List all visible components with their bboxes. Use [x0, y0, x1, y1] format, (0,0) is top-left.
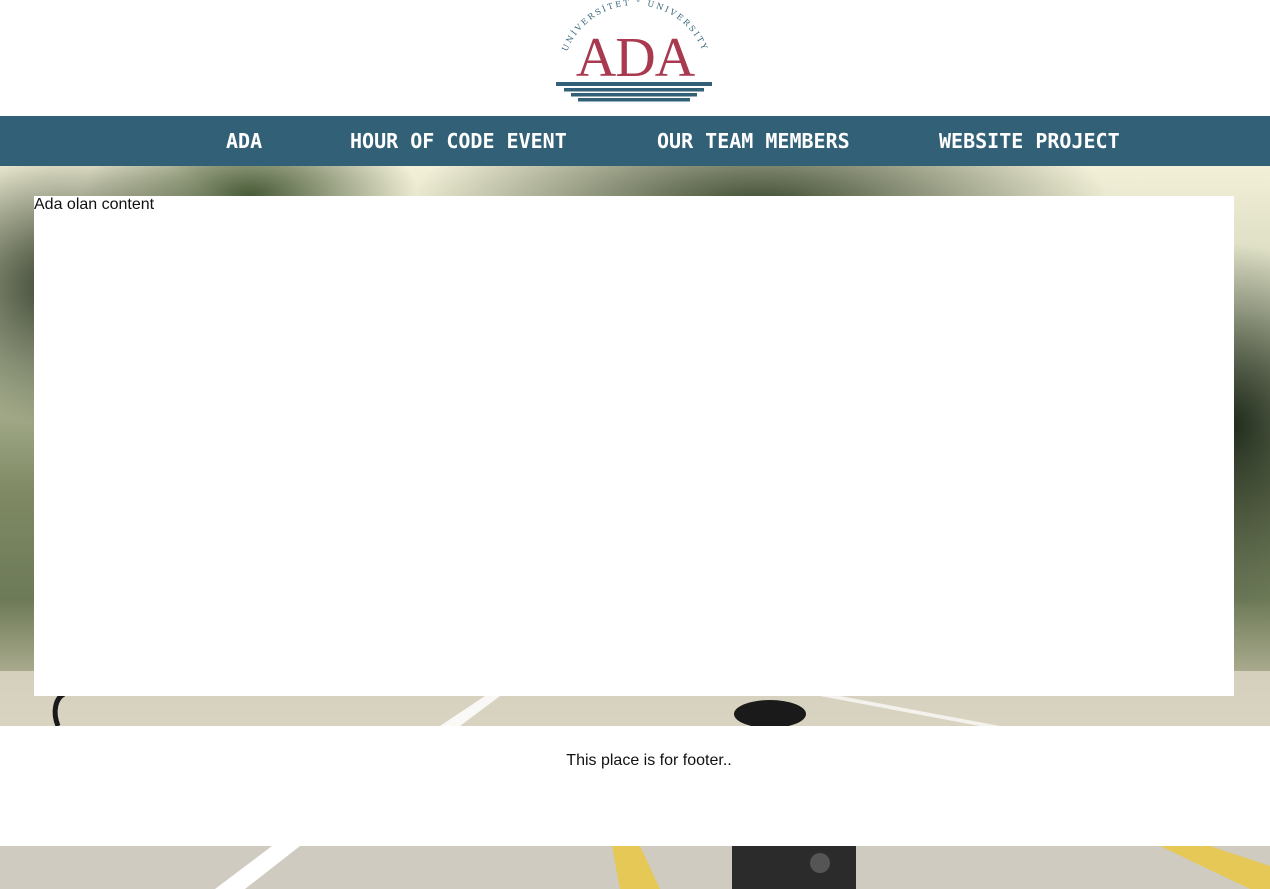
- content-text: Ada olan content: [34, 196, 155, 213]
- logo-header: UNİVERSİTET ° UNIVERSITY ADA: [0, 0, 1270, 116]
- footer: This place is for footer..: [0, 726, 1270, 846]
- nav-link-hour-of-code-event[interactable]: HOUR OF CODE EVENT: [350, 126, 567, 156]
- svg-text:ADA: ADA: [576, 27, 696, 89]
- main-content-box: Ada olan content: [34, 196, 1234, 696]
- footer-text: This place is for footer..: [566, 752, 732, 769]
- nav-link-ada[interactable]: ADA: [226, 126, 262, 156]
- main-navigation: ADA HOUR OF CODE EVENT OUR TEAM MEMBERS …: [0, 116, 1270, 166]
- nav-link-website-project[interactable]: WEBSITE PROJECT: [939, 126, 1120, 156]
- nav-link-our-team-members[interactable]: OUR TEAM MEMBERS: [657, 126, 850, 156]
- ada-university-logo[interactable]: UNİVERSİTET ° UNIVERSITY ADA: [552, 0, 718, 106]
- page: UNİVERSİTET ° UNIVERSITY ADA ADA HOUR OF…: [0, 0, 1270, 889]
